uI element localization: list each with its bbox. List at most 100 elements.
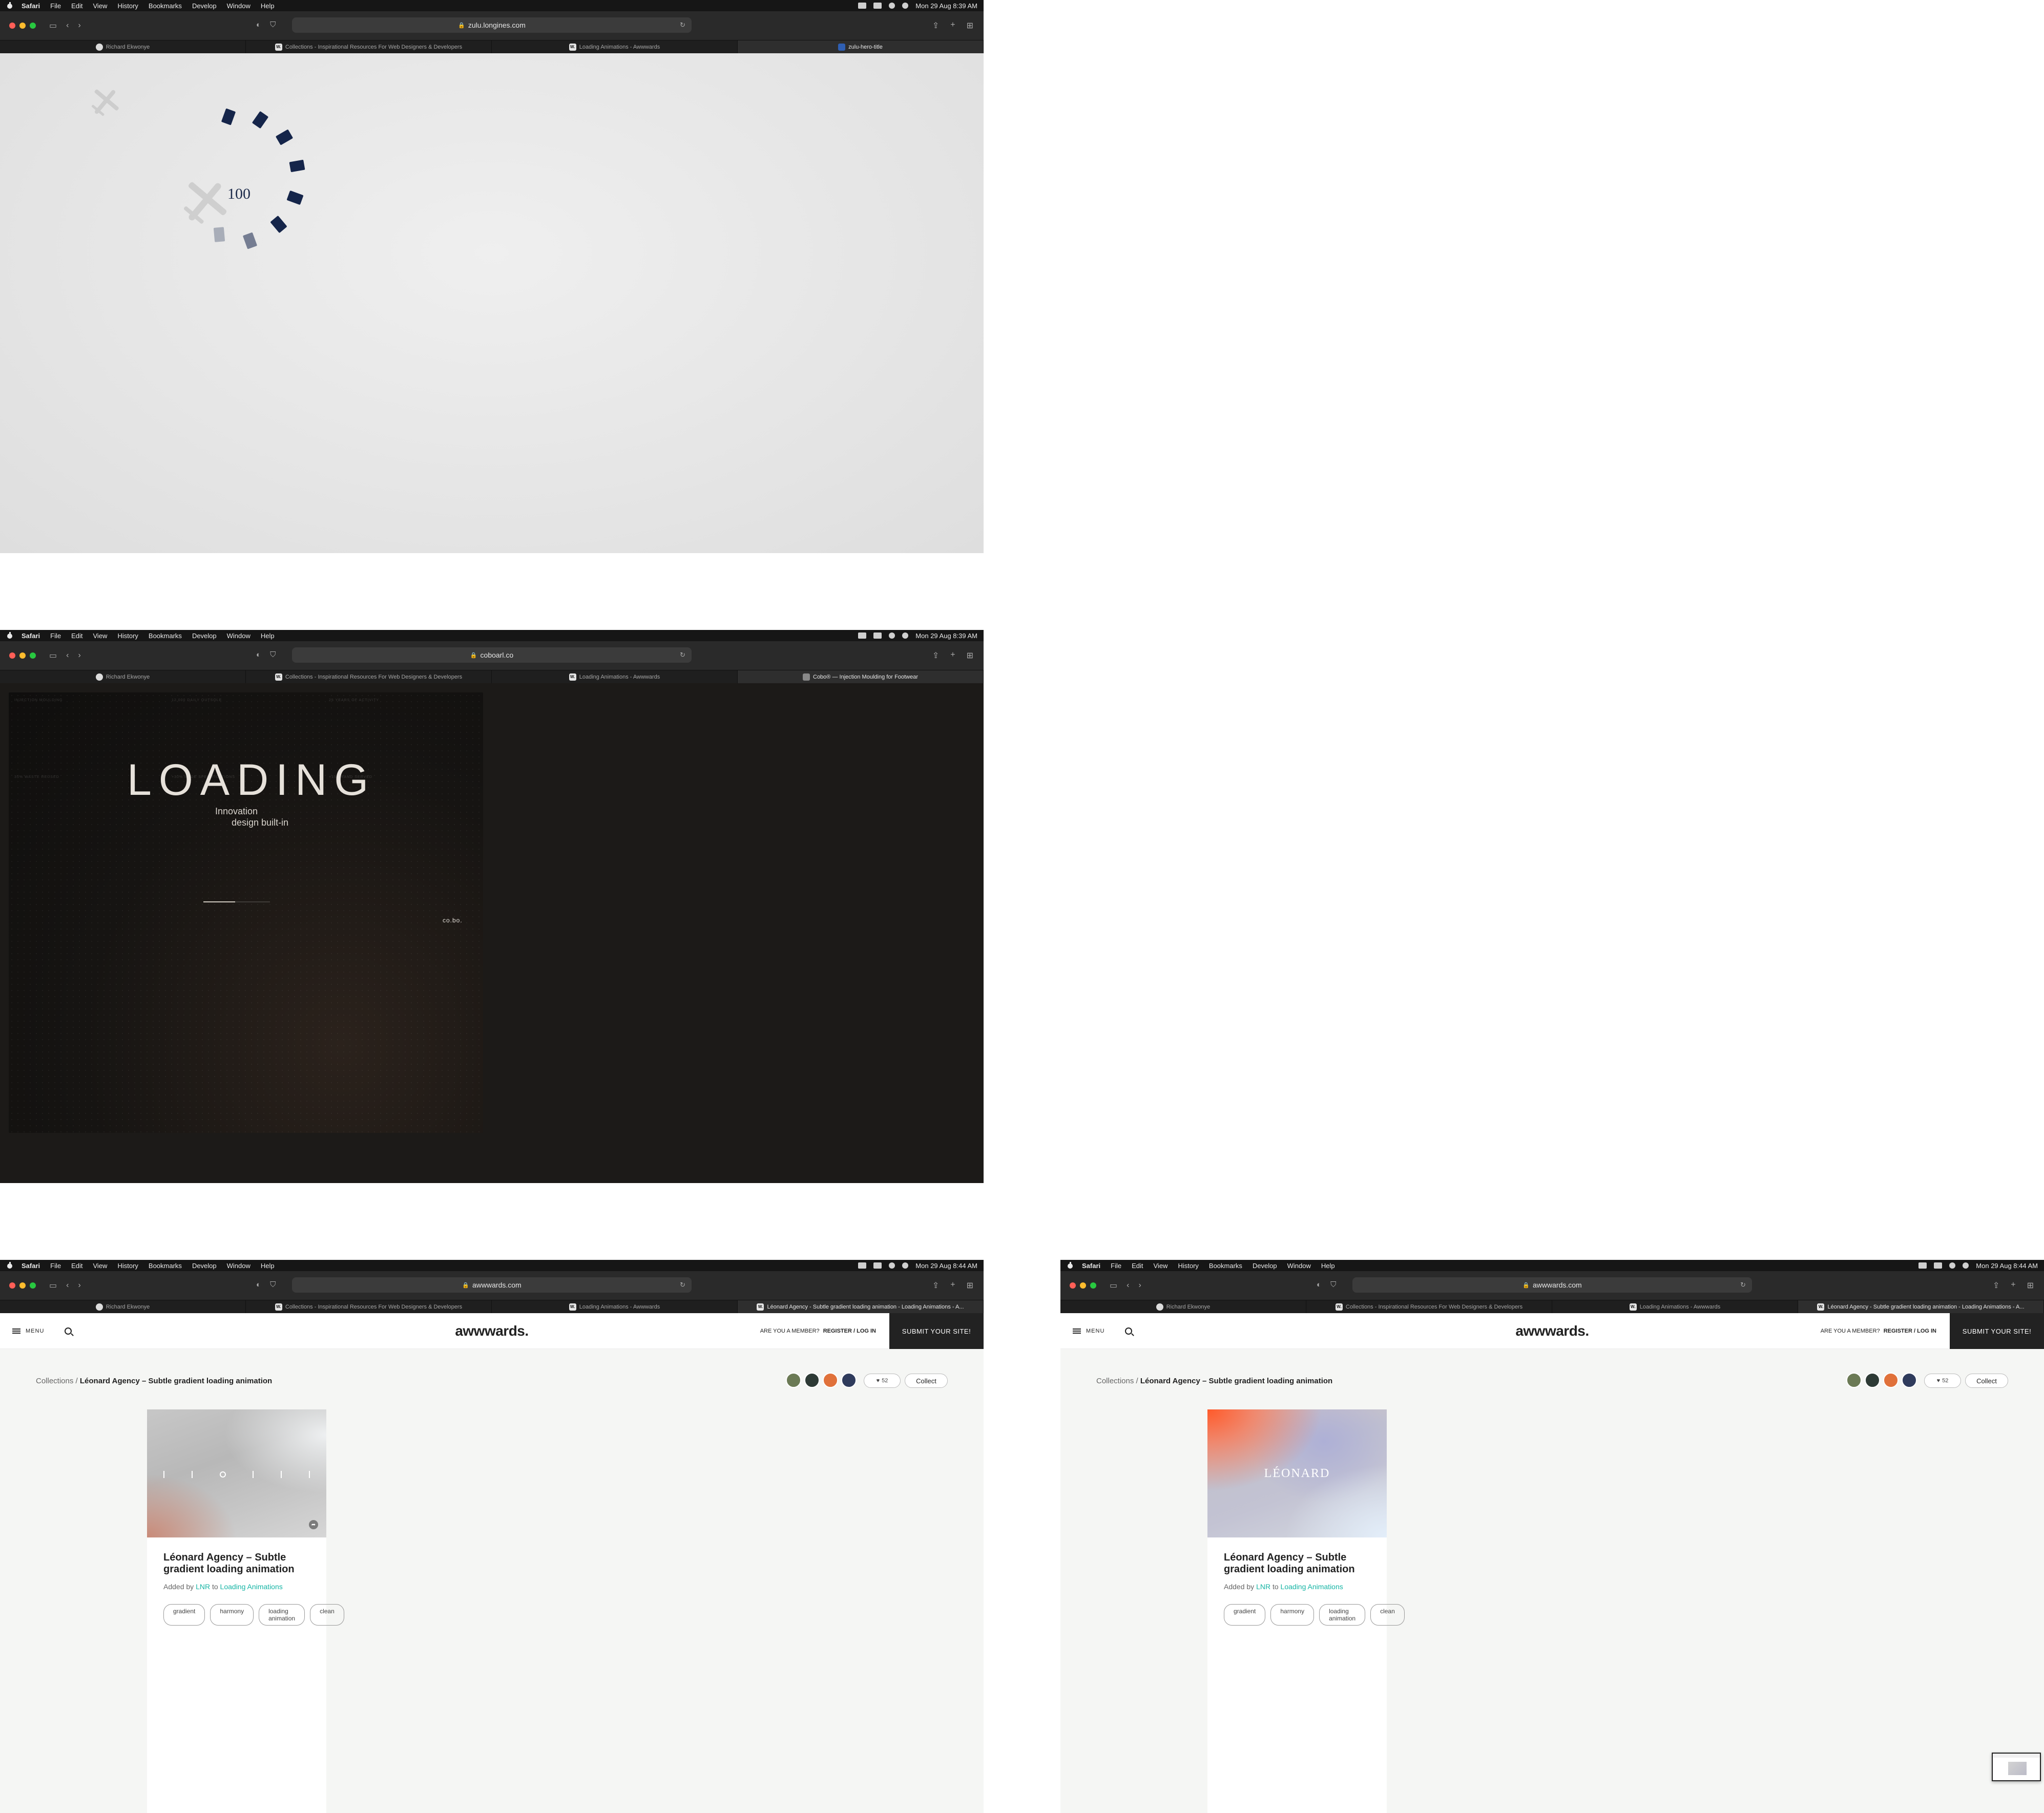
avatar[interactable] bbox=[1865, 1373, 1880, 1388]
menu-file[interactable]: File bbox=[1111, 1262, 1121, 1270]
menu-safari[interactable]: Safari bbox=[22, 632, 40, 640]
battery-icon[interactable] bbox=[873, 3, 882, 9]
avatar[interactable] bbox=[1846, 1373, 1862, 1388]
menu-view[interactable]: View bbox=[1154, 1262, 1168, 1270]
close-window-button[interactable] bbox=[9, 652, 15, 659]
status-icon[interactable] bbox=[858, 633, 867, 639]
control-center-icon[interactable] bbox=[902, 633, 909, 639]
minimize-window-button[interactable] bbox=[19, 1282, 26, 1289]
battery-icon[interactable] bbox=[873, 1262, 882, 1269]
tab-collections[interactable]: W. Collections - Inspirational Resources … bbox=[246, 40, 492, 53]
card-title[interactable]: Léonard Agency – Subtle gradient loading… bbox=[163, 1552, 310, 1575]
tab-active[interactable]: Cobo® — Injection Moulding for Footwear bbox=[738, 670, 984, 683]
tab-active[interactable]: W. Léonard Agency - Subtle gradient loadi… bbox=[738, 1300, 984, 1313]
tab-collections[interactable]: W. Collections - Inspirational Resources … bbox=[1306, 1300, 1552, 1313]
status-icon[interactable] bbox=[858, 1262, 867, 1269]
menu-file[interactable]: File bbox=[50, 2, 61, 10]
tab-richard[interactable]: Richard Ekwonye bbox=[1060, 1300, 1306, 1313]
close-window-button[interactable] bbox=[9, 23, 15, 29]
menu-history[interactable]: History bbox=[117, 1262, 138, 1270]
menu-file[interactable]: File bbox=[50, 632, 61, 640]
shield-icon[interactable]: ⛉ bbox=[270, 20, 276, 29]
wifi-icon[interactable] bbox=[889, 3, 895, 9]
menu-window[interactable]: Window bbox=[1287, 1262, 1311, 1270]
privacy-icon[interactable]: ◐ bbox=[256, 20, 261, 29]
back-icon[interactable]: ‹ bbox=[66, 651, 69, 660]
menu-button[interactable]: MENU bbox=[12, 1328, 44, 1334]
close-window-button[interactable] bbox=[1070, 1282, 1076, 1289]
menu-file[interactable]: File bbox=[50, 1262, 61, 1270]
tag-loading-animation[interactable]: loading animation bbox=[1319, 1604, 1366, 1626]
back-icon[interactable]: ‹ bbox=[1127, 1281, 1129, 1290]
privacy-icon[interactable]: ◐ bbox=[256, 1280, 261, 1289]
menu-safari[interactable]: Safari bbox=[22, 2, 40, 10]
wifi-icon[interactable] bbox=[1949, 1262, 1956, 1269]
avatar[interactable] bbox=[1883, 1373, 1899, 1388]
tab-active[interactable]: W. Léonard Agency - Subtle gradient loadi… bbox=[1798, 1300, 2044, 1313]
menu-window[interactable]: Window bbox=[227, 1262, 251, 1270]
coba-logo[interactable]: co.bo. bbox=[443, 917, 463, 924]
apple-icon[interactable] bbox=[6, 1262, 13, 1269]
apple-icon[interactable] bbox=[1067, 1262, 1074, 1269]
reload-icon[interactable]: ↻ bbox=[1740, 1281, 1746, 1289]
avatar[interactable] bbox=[841, 1373, 857, 1388]
control-center-icon[interactable] bbox=[902, 1262, 909, 1269]
tab-overview-icon[interactable]: ⊞ bbox=[967, 650, 973, 661]
share-icon[interactable]: ⇪ bbox=[1993, 1280, 1999, 1291]
menu-edit[interactable]: Edit bbox=[71, 632, 82, 640]
tag-clean[interactable]: clean bbox=[1370, 1604, 1405, 1626]
menu-develop[interactable]: Develop bbox=[192, 632, 217, 640]
like-button[interactable]: ♥ 52 bbox=[1924, 1374, 1961, 1388]
reload-icon[interactable]: ↻ bbox=[680, 651, 685, 659]
menu-history[interactable]: History bbox=[117, 632, 138, 640]
status-icon[interactable] bbox=[858, 3, 867, 9]
tab-overview-icon[interactable]: ⊞ bbox=[2027, 1280, 2034, 1291]
menu-bookmarks[interactable]: Bookmarks bbox=[149, 2, 182, 10]
tag-gradient[interactable]: gradient bbox=[163, 1604, 205, 1626]
clock[interactable]: Mon 29 Aug 8:44 AM bbox=[915, 1262, 977, 1270]
shield-icon[interactable]: ⛉ bbox=[270, 650, 276, 659]
tab-active[interactable]: zulu-hero-title bbox=[738, 40, 984, 53]
menu-bookmarks[interactable]: Bookmarks bbox=[1209, 1262, 1242, 1270]
tab-loading-animations[interactable]: W. Loading Animations - Awwwards bbox=[492, 1300, 738, 1313]
forward-icon[interactable]: › bbox=[78, 1281, 80, 1290]
reload-icon[interactable]: ↻ bbox=[680, 21, 685, 29]
tab-overview-icon[interactable]: ⊞ bbox=[967, 20, 973, 31]
sidebar-icon[interactable]: ▭ bbox=[49, 1280, 57, 1291]
control-center-icon[interactable] bbox=[1963, 1262, 1969, 1269]
apple-icon[interactable] bbox=[6, 2, 13, 9]
menu-develop[interactable]: Develop bbox=[192, 1262, 217, 1270]
menu-edit[interactable]: Edit bbox=[1132, 1262, 1143, 1270]
minimize-window-button[interactable] bbox=[1080, 1282, 1086, 1289]
new-tab-icon[interactable]: + bbox=[950, 650, 955, 661]
back-icon[interactable]: ‹ bbox=[66, 1281, 69, 1290]
battery-icon[interactable] bbox=[1934, 1262, 1943, 1269]
address-bar[interactable]: 🔒 zulu.longines.com ↻ bbox=[292, 17, 692, 33]
avatar[interactable] bbox=[804, 1373, 820, 1388]
search-icon[interactable] bbox=[1125, 1327, 1133, 1335]
menu-bookmarks[interactable]: Bookmarks bbox=[149, 1262, 182, 1270]
menu-window[interactable]: Window bbox=[227, 2, 251, 10]
share-icon[interactable]: ⇪ bbox=[932, 650, 939, 661]
menu-view[interactable]: View bbox=[93, 2, 108, 10]
new-tab-icon[interactable]: + bbox=[950, 1280, 955, 1291]
tab-richard[interactable]: Richard Ekwonye bbox=[0, 40, 246, 53]
privacy-icon[interactable]: ◐ bbox=[256, 650, 261, 659]
menu-help[interactable]: Help bbox=[1321, 1262, 1335, 1270]
shield-icon[interactable]: ⛉ bbox=[270, 1280, 276, 1289]
menu-view[interactable]: View bbox=[93, 632, 108, 640]
tab-loading-animations[interactable]: W. Loading Animations - Awwwards bbox=[492, 40, 738, 53]
breadcrumb-root[interactable]: Collections bbox=[36, 1377, 73, 1385]
apple-icon[interactable] bbox=[6, 632, 13, 639]
menu-safari[interactable]: Safari bbox=[22, 1262, 40, 1270]
address-bar[interactable]: 🔒 awwwards.com ↻ bbox=[1352, 1277, 1752, 1293]
control-center-icon[interactable] bbox=[902, 3, 909, 9]
collection-link[interactable]: Loading Animations bbox=[220, 1583, 283, 1591]
preview-image[interactable]: ➦ bbox=[147, 1409, 326, 1537]
share-icon[interactable]: ⇪ bbox=[932, 1280, 939, 1291]
back-icon[interactable]: ‹ bbox=[66, 21, 69, 30]
menu-history[interactable]: History bbox=[1178, 1262, 1198, 1270]
menu-develop[interactable]: Develop bbox=[1253, 1262, 1277, 1270]
new-tab-icon[interactable]: + bbox=[950, 20, 955, 31]
forward-icon[interactable]: › bbox=[78, 651, 80, 660]
